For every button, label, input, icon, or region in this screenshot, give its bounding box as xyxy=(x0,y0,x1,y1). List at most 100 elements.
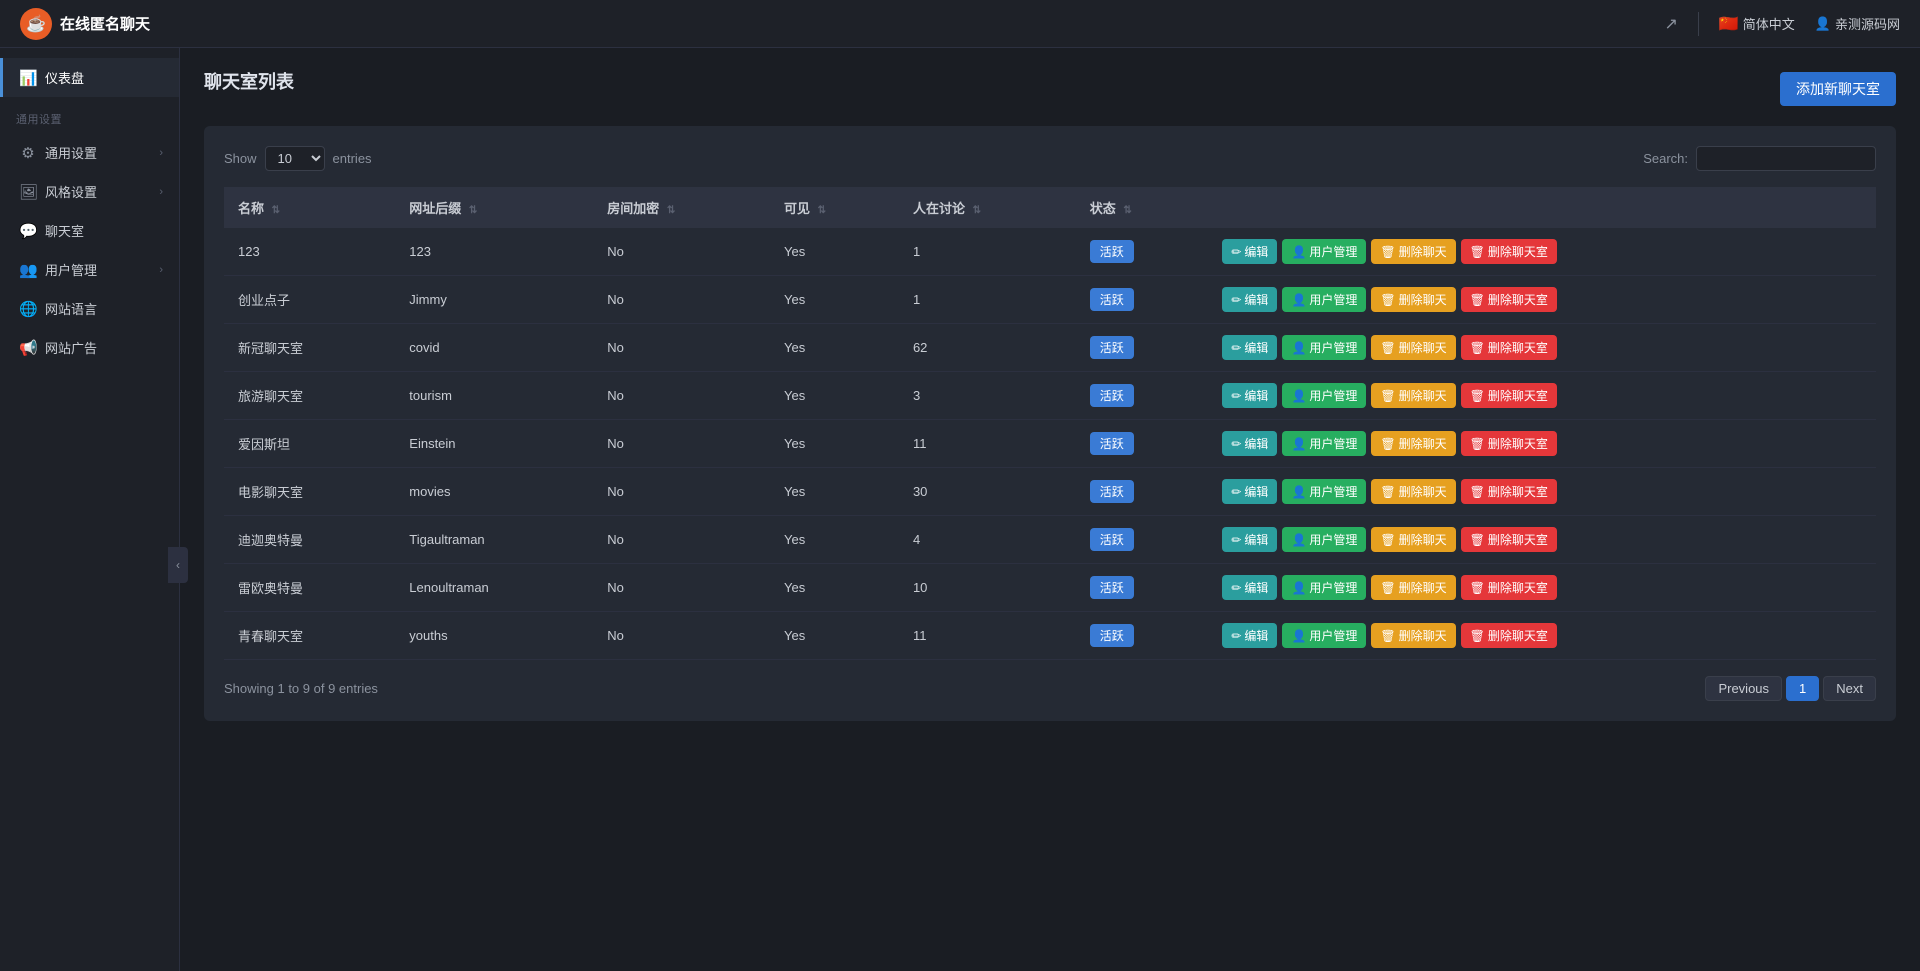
delete-room-button[interactable]: 🗑 删除聊天室 xyxy=(1461,575,1557,600)
cell-url: 123 xyxy=(395,228,593,276)
sidebar-item-site-lang[interactable]: 🌐 网站语言 xyxy=(0,289,179,328)
delete-room-button[interactable]: 🗑 删除聊天室 xyxy=(1461,431,1557,456)
sidebar-item-style-settings[interactable]: 🖼 风格设置 › xyxy=(0,172,179,211)
col-header-discussing[interactable]: 人在讨论 ⇅ xyxy=(899,187,1076,228)
user-icon-btn: 👤 xyxy=(1291,341,1306,355)
col-header-status[interactable]: 状态 ⇅ xyxy=(1076,187,1209,228)
pagination-next[interactable]: Next xyxy=(1823,676,1876,701)
delete-room-button[interactable]: 🗑 删除聊天室 xyxy=(1461,239,1557,264)
action-buttons: ✏ 编辑 👤 用户管理 🗑 删除聊天 🗑 删除聊天室 xyxy=(1222,335,1862,360)
cell-encryption: No xyxy=(593,468,770,516)
user-mgmt-button[interactable]: 👤 用户管理 xyxy=(1282,287,1366,312)
user-mgmt-button[interactable]: 👤 用户管理 xyxy=(1282,527,1366,552)
sidebar-toggle[interactable]: ‹ xyxy=(168,547,180,583)
cell-actions: ✏ 编辑 👤 用户管理 🗑 删除聊天 🗑 删除聊天室 xyxy=(1208,324,1876,372)
trash-icon-room: 🗑 xyxy=(1470,629,1485,643)
table-row: 创业点子 Jimmy No Yes 1 活跃 ✏ 编辑 👤 用户管理 🗑 删除聊… xyxy=(224,276,1876,324)
delete-chat-button[interactable]: 🗑 删除聊天 xyxy=(1371,239,1455,264)
cell-visible: Yes xyxy=(770,276,899,324)
cell-visible: Yes xyxy=(770,516,899,564)
edit-button[interactable]: ✏ 编辑 xyxy=(1222,287,1277,312)
delete-room-button[interactable]: 🗑 删除聊天室 xyxy=(1461,623,1557,648)
sidebar-item-chatroom[interactable]: 💬 聊天室 xyxy=(0,211,179,250)
edit-button[interactable]: ✏ 编辑 xyxy=(1222,383,1277,408)
sort-icon-url: ⇅ xyxy=(469,205,477,216)
col-header-encryption[interactable]: 房间加密 ⇅ xyxy=(593,187,770,228)
sidebar-style-settings-label: 风格设置 xyxy=(45,182,151,201)
cell-discussing: 3 xyxy=(899,372,1076,420)
user-icon-btn: 👤 xyxy=(1291,293,1306,307)
brand: ☕ 在线匿名聊天 xyxy=(20,8,150,40)
entries-select[interactable]: 10 25 50 100 xyxy=(265,146,325,171)
edit-button[interactable]: ✏ 编辑 xyxy=(1222,623,1277,648)
delete-chat-button[interactable]: 🗑 删除聊天 xyxy=(1371,527,1455,552)
topnav-right: ↗ 🇨🇳 简体中文 👤 亲测源码网 xyxy=(1664,12,1900,36)
table-controls: Show 10 25 50 100 entries Search: xyxy=(224,146,1876,171)
delete-chat-button[interactable]: 🗑 删除聊天 xyxy=(1371,575,1455,600)
edit-icon: ✏ xyxy=(1231,293,1241,307)
user-mgmt-button[interactable]: 👤 用户管理 xyxy=(1282,239,1366,264)
main-content: 聊天室列表 添加新聊天室 Show 10 25 50 100 entries S… xyxy=(180,48,1920,971)
delete-room-button[interactable]: 🗑 删除聊天室 xyxy=(1461,527,1557,552)
edit-button[interactable]: ✏ 编辑 xyxy=(1222,479,1277,504)
delete-chat-button[interactable]: 🗑 删除聊天 xyxy=(1371,383,1455,408)
sidebar-item-general-settings[interactable]: ⚙ 通用设置 › xyxy=(0,133,179,172)
delete-chat-button[interactable]: 🗑 删除聊天 xyxy=(1371,431,1455,456)
user-mgmt-button[interactable]: 👤 用户管理 xyxy=(1282,335,1366,360)
cell-visible: Yes xyxy=(770,228,899,276)
col-header-name[interactable]: 名称 ⇅ xyxy=(224,187,395,228)
sort-icon-name: ⇅ xyxy=(272,205,280,216)
pagination-page-1[interactable]: 1 xyxy=(1786,676,1819,701)
delete-chat-button[interactable]: 🗑 删除聊天 xyxy=(1371,479,1455,504)
edit-button[interactable]: ✏ 编辑 xyxy=(1222,575,1277,600)
search-control: Search: xyxy=(1643,146,1876,171)
col-header-url[interactable]: 网址后缀 ⇅ xyxy=(395,187,593,228)
cell-actions: ✏ 编辑 👤 用户管理 🗑 删除聊天 🗑 删除聊天室 xyxy=(1208,516,1876,564)
user-mgmt-button[interactable]: 👤 用户管理 xyxy=(1282,383,1366,408)
cell-discussing: 1 xyxy=(899,228,1076,276)
cell-discussing: 62 xyxy=(899,324,1076,372)
sidebar-item-site-ads[interactable]: 📢 网站广告 xyxy=(0,328,179,367)
user-mgmt-button[interactable]: 👤 用户管理 xyxy=(1282,575,1366,600)
edit-button[interactable]: ✏ 编辑 xyxy=(1222,335,1277,360)
user-name: 亲测源码网 xyxy=(1835,14,1900,33)
delete-chat-button[interactable]: 🗑 删除聊天 xyxy=(1371,623,1455,648)
show-label: Show xyxy=(224,151,257,166)
language-selector[interactable]: 🇨🇳 简体中文 xyxy=(1719,14,1795,34)
user-mgmt-button[interactable]: 👤 用户管理 xyxy=(1282,479,1366,504)
chevron-right-icon3: › xyxy=(159,264,163,276)
table-row: 旅游聊天室 tourism No Yes 3 活跃 ✏ 编辑 👤 用户管理 🗑 … xyxy=(224,372,1876,420)
pagination-buttons: Previous 1 Next xyxy=(1705,676,1876,701)
search-input[interactable] xyxy=(1696,146,1876,171)
cell-status: 活跃 xyxy=(1076,372,1209,420)
cell-name: 电影聊天室 xyxy=(224,468,395,516)
delete-chat-button[interactable]: 🗑 删除聊天 xyxy=(1371,287,1455,312)
add-chatroom-button[interactable]: 添加新聊天室 xyxy=(1780,72,1896,106)
pagination-previous[interactable]: Previous xyxy=(1705,676,1782,701)
sidebar-item-dashboard[interactable]: 📊 仪表盘 xyxy=(0,58,179,97)
cell-encryption: No xyxy=(593,276,770,324)
user-mgmt-button[interactable]: 👤 用户管理 xyxy=(1282,431,1366,456)
user-area[interactable]: 👤 亲测源码网 xyxy=(1815,14,1900,33)
delete-room-button[interactable]: 🗑 删除聊天室 xyxy=(1461,287,1557,312)
cell-name: 新冠聊天室 xyxy=(224,324,395,372)
edit-button[interactable]: ✏ 编辑 xyxy=(1222,239,1277,264)
delete-room-button[interactable]: 🗑 删除聊天室 xyxy=(1461,383,1557,408)
cell-name: 迪迦奥特曼 xyxy=(224,516,395,564)
cell-visible: Yes xyxy=(770,420,899,468)
user-mgmt-button[interactable]: 👤 用户管理 xyxy=(1282,623,1366,648)
cell-status: 活跃 xyxy=(1076,276,1209,324)
sidebar-site-ads-label: 网站广告 xyxy=(45,338,163,357)
col-header-visible[interactable]: 可见 ⇅ xyxy=(770,187,899,228)
edit-button[interactable]: ✏ 编辑 xyxy=(1222,431,1277,456)
delete-chat-button[interactable]: 🗑 删除聊天 xyxy=(1371,335,1455,360)
toggle-icon: ‹ xyxy=(176,558,180,572)
action-buttons: ✏ 编辑 👤 用户管理 🗑 删除聊天 🗑 删除聊天室 xyxy=(1222,383,1862,408)
edit-button[interactable]: ✏ 编辑 xyxy=(1222,527,1277,552)
sidebar-item-user-mgmt[interactable]: 👥 用户管理 › xyxy=(0,250,179,289)
cell-visible: Yes xyxy=(770,372,899,420)
sort-icon-enc: ⇅ xyxy=(667,205,675,216)
delete-room-button[interactable]: 🗑 删除聊天室 xyxy=(1461,335,1557,360)
delete-room-button[interactable]: 🗑 删除聊天室 xyxy=(1461,479,1557,504)
external-link-icon[interactable]: ↗ xyxy=(1664,14,1677,34)
